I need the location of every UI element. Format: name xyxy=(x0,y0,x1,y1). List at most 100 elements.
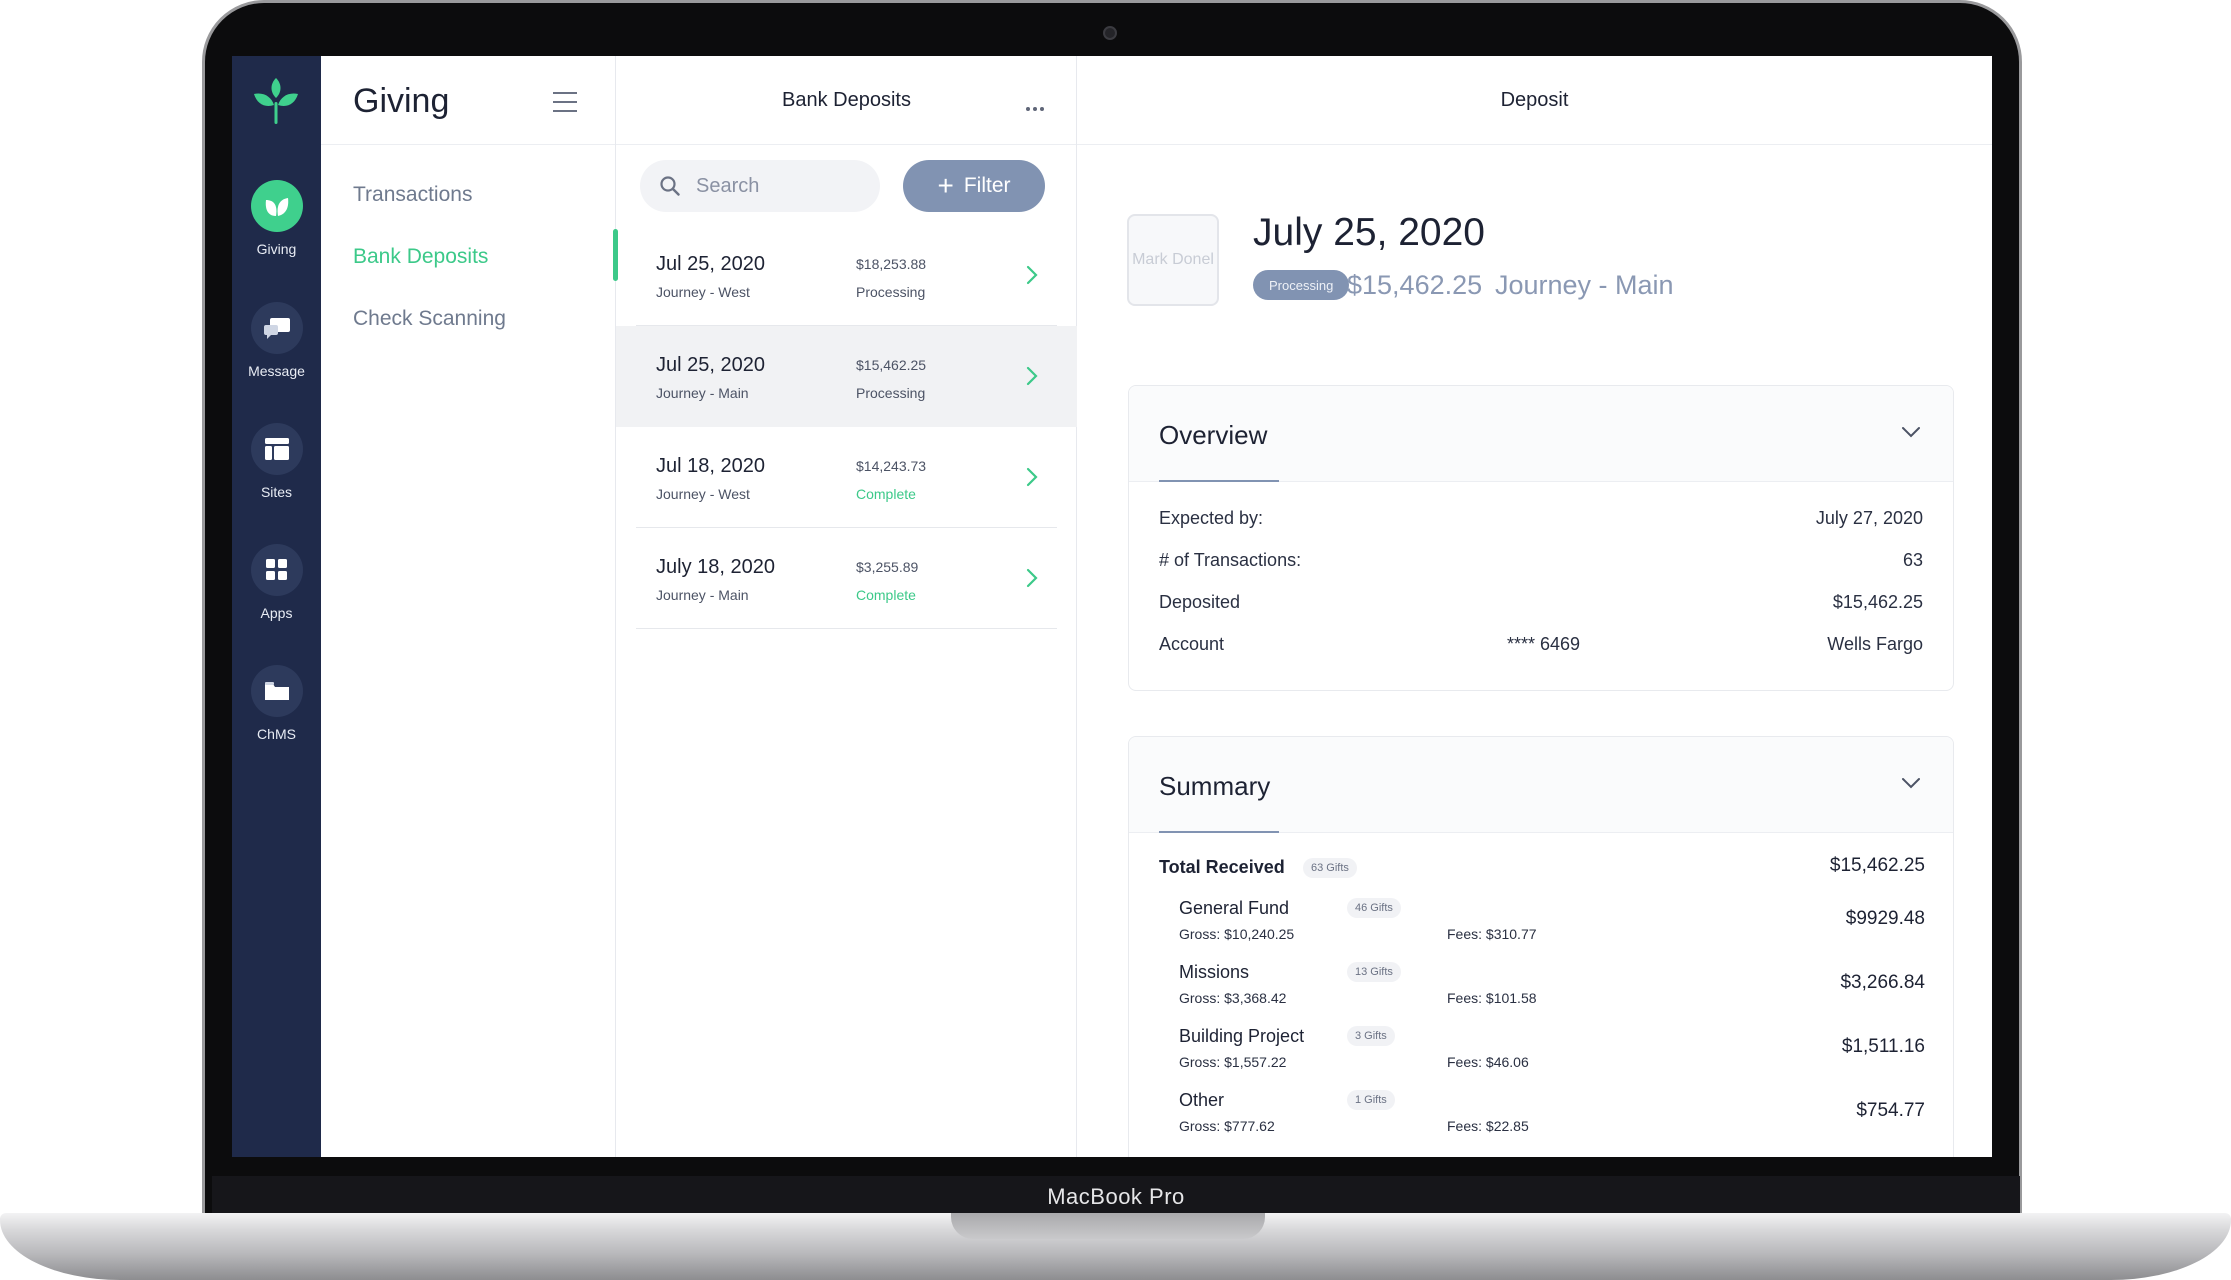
rail-label-giving: Giving xyxy=(256,241,297,257)
bank-deposits-list: Bank Deposits Search + Filter Jul 25, 20… xyxy=(613,56,1077,1157)
deposit-site: Journey - West xyxy=(656,284,750,300)
fund-fees: Fees: $22.85 xyxy=(1447,1118,1529,1134)
tab-underline xyxy=(1159,480,1279,482)
plus-icon: + xyxy=(937,170,954,201)
total-received-label: Total Received xyxy=(1159,857,1285,877)
deposit-date: July 18, 2020 xyxy=(656,556,775,578)
overview-row-account: Account **** 6469 Wells Fargo xyxy=(1159,634,1923,664)
total-received-value: $15,462.25 xyxy=(1829,855,1925,876)
fund-fees: Fees: $310.77 xyxy=(1447,926,1537,942)
transactions-label: # of Transactions: xyxy=(1159,550,1302,570)
deposit-status: Complete xyxy=(856,486,916,502)
deposit-amount: $3,255.89 xyxy=(856,559,919,575)
summary-header[interactable]: Summary xyxy=(1129,737,1953,833)
rail-item-apps[interactable]: Apps xyxy=(232,544,321,621)
search-icon xyxy=(660,176,680,196)
chevron-right-icon xyxy=(1026,467,1038,487)
chat-icon xyxy=(250,302,303,354)
deposited-value: $15,462.25 xyxy=(1832,592,1923,612)
nav-title: Giving xyxy=(353,82,450,120)
fund-gross: Gross: $1,557.22 xyxy=(1179,1054,1287,1070)
deposit-site: Journey - Main xyxy=(656,587,749,603)
overview-row-transactions: # of Transactions: 63 xyxy=(1159,550,1923,580)
filter-label: Filter xyxy=(963,174,1011,197)
rail-item-sites[interactable]: Sites xyxy=(232,423,321,500)
chevron-right-icon xyxy=(1026,568,1038,588)
leaf-icon xyxy=(250,180,303,232)
deposit-detail-date: July 25, 2020 xyxy=(1253,211,1486,254)
row-divider xyxy=(636,628,1057,629)
filter-button[interactable]: + Filter xyxy=(903,160,1045,212)
gift-count-badge: 1 Gifts xyxy=(1347,1090,1395,1110)
fund-name: Building Project xyxy=(1179,1026,1305,1046)
deposit-row[interactable]: July 18, 2020 Journey - Main $3,255.89 C… xyxy=(616,528,1077,629)
chevron-down-icon[interactable] xyxy=(1901,426,1921,438)
nav-link-check-scanning[interactable]: Check Scanning xyxy=(353,307,506,331)
deposit-date: Jul 18, 2020 xyxy=(656,455,765,477)
deposit-status: Complete xyxy=(856,587,916,603)
deposit-row[interactable]: Jul 18, 2020 Journey - West $14,243.73 C… xyxy=(616,427,1077,528)
account-bank: Wells Fargo xyxy=(1827,634,1923,654)
overview-title: Overview xyxy=(1159,420,1268,450)
nav-header: Giving xyxy=(321,56,615,145)
rail-label-message: Message xyxy=(248,363,305,379)
nav-link-bank-deposits[interactable]: Bank Deposits xyxy=(353,245,488,269)
fund-name: Missions xyxy=(1179,962,1250,982)
summary-title: Summary xyxy=(1159,771,1271,801)
deposit-date: Jul 25, 2020 xyxy=(656,253,765,275)
overview-row-deposited: Deposited $15,462.25 xyxy=(1159,592,1923,622)
deposit-row-selected[interactable]: Jul 25, 2020 Journey - Main $15,462.25 P… xyxy=(616,326,1077,427)
deposit-site: Journey - West xyxy=(656,486,750,502)
folder-icon xyxy=(250,665,303,717)
device-label: MacBook Pro xyxy=(1047,1184,1185,1209)
rail-item-chms[interactable]: ChMS xyxy=(232,665,321,742)
rail-item-message[interactable]: Message xyxy=(232,302,321,379)
fund-net: $1,511.16 xyxy=(1841,1036,1925,1057)
search-placeholder: Search xyxy=(696,174,760,197)
deposit-amount: $15,462.25 xyxy=(856,357,927,373)
gift-count-badge: 46 Gifts xyxy=(1347,898,1401,918)
expected-value: July 27, 2020 xyxy=(1815,508,1923,528)
fund-name: Other xyxy=(1179,1090,1225,1110)
rail-item-giving[interactable]: Giving xyxy=(232,180,321,257)
overview-header[interactable]: Overview xyxy=(1129,386,1953,482)
chevron-right-icon xyxy=(1026,265,1038,285)
deposit-row[interactable]: Jul 25, 2020 Journey - West $18,253.88 P… xyxy=(616,225,1077,326)
account-label: Account xyxy=(1159,634,1225,654)
deposit-detail: Deposit Mark Donel July 25, 2020 Process… xyxy=(1077,56,1992,1157)
grid-icon xyxy=(250,544,303,596)
fund-gross: Gross: $10,240.25 xyxy=(1179,926,1295,942)
nav-link-transactions[interactable]: Transactions xyxy=(353,183,472,207)
fund-net: $9929.48 xyxy=(1845,908,1925,929)
laptop-chin: MacBook Pro xyxy=(212,1176,2020,1218)
detail-header: Deposit xyxy=(1077,56,1992,145)
app-screen: Giving Message Sites Apps ChMS Giving Tr… xyxy=(232,56,1992,1157)
deposit-detail-amount: $15,462.25 xyxy=(1347,270,1483,300)
fund-row: Missions 13 Gifts Gross: $3,368.42 Fees:… xyxy=(1179,962,1925,1026)
deposit-status: Processing xyxy=(856,284,926,300)
status-badge: Processing xyxy=(1253,270,1350,300)
gift-count-badge: 3 Gifts xyxy=(1347,1026,1395,1046)
chevron-down-icon[interactable] xyxy=(1901,777,1921,789)
camera-icon xyxy=(1103,26,1117,40)
fund-name: General Fund xyxy=(1179,898,1290,918)
fund-gross: Gross: $777.62 xyxy=(1179,1118,1275,1134)
rail-label-apps: Apps xyxy=(260,605,293,621)
app-rail: Giving Message Sites Apps ChMS xyxy=(232,56,321,1157)
account-number: **** 6469 xyxy=(1507,634,1581,654)
hamburger-menu-icon[interactable] xyxy=(553,92,577,112)
tab-underline xyxy=(1159,831,1279,833)
overview-card: Overview Expected by: July 27, 2020 # of… xyxy=(1128,385,1954,691)
rail-label-chms: ChMS xyxy=(257,726,296,742)
more-options-icon[interactable] xyxy=(1026,98,1047,116)
deposited-label: Deposited xyxy=(1159,592,1241,612)
deposit-detail-site: Journey - Main xyxy=(1495,270,1674,300)
fund-gross: Gross: $3,368.42 xyxy=(1179,990,1287,1006)
fund-row: Building Project 3 Gifts Gross: $1,557.2… xyxy=(1179,1026,1925,1090)
layout-icon xyxy=(250,423,303,475)
search-input[interactable]: Search xyxy=(640,160,880,212)
leaf-logo-icon xyxy=(254,78,298,124)
giving-nav: Giving Transactions Bank Deposits Check … xyxy=(321,56,616,1157)
fund-net: $754.77 xyxy=(1856,1100,1925,1121)
deposit-amount: $14,243.73 xyxy=(856,458,927,474)
